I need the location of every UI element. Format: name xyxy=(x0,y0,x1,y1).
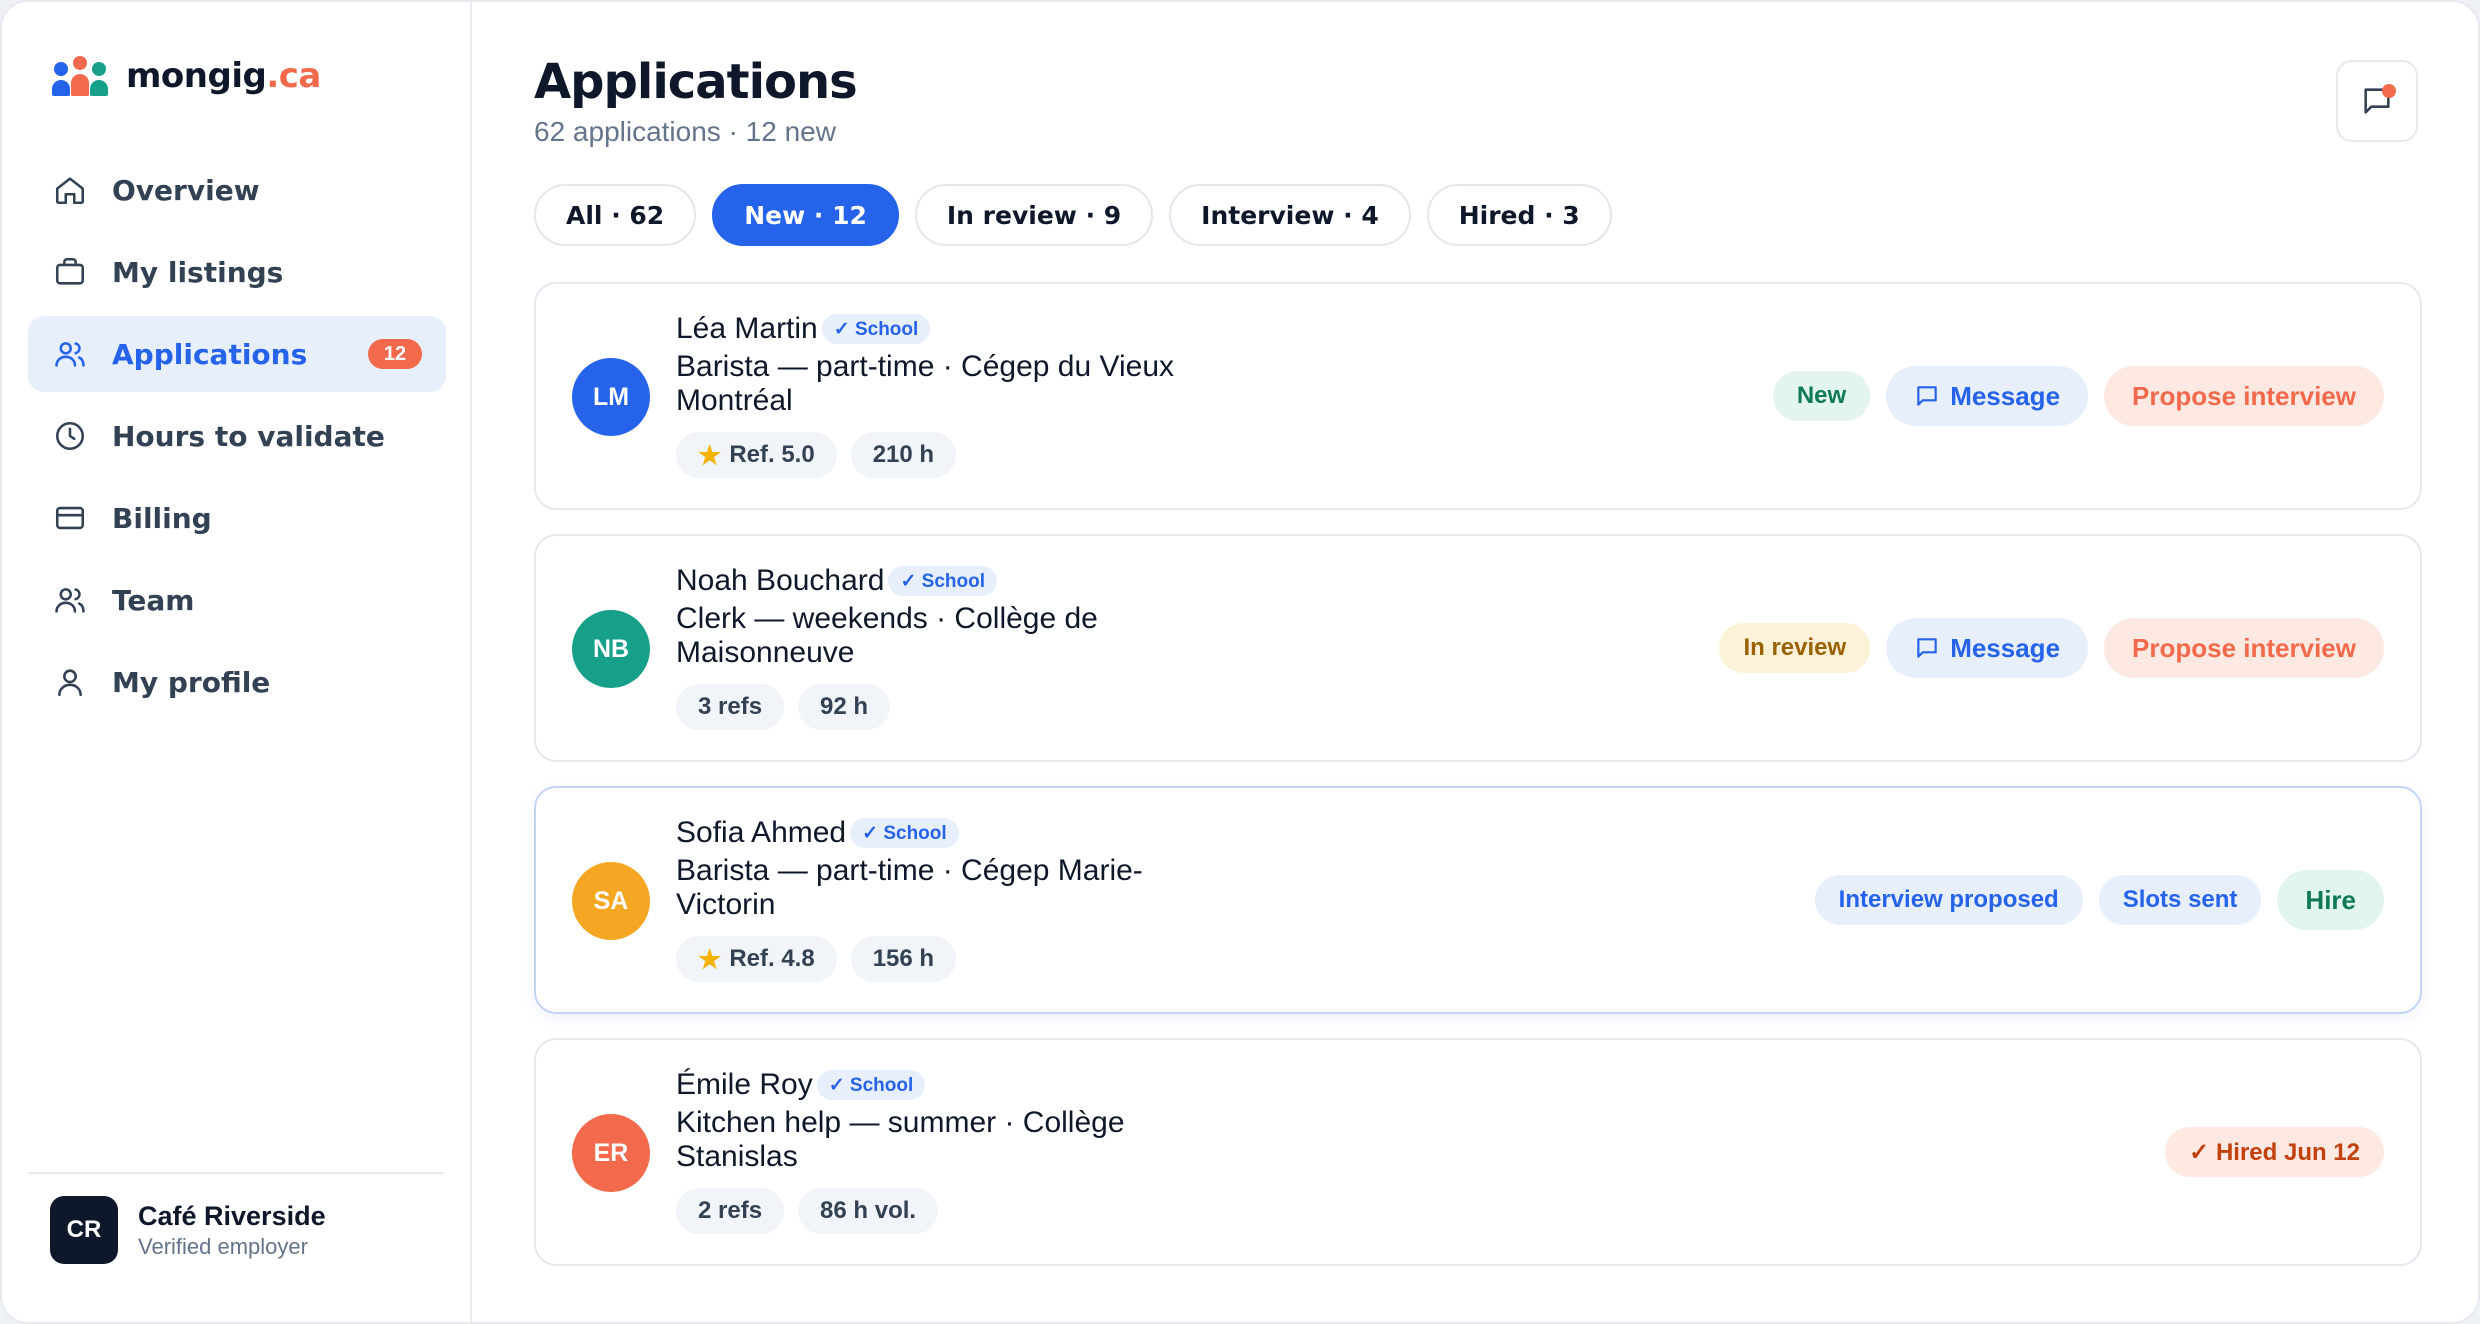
sidebar-item-billing[interactable]: Billing xyxy=(28,480,446,556)
reference-rating: ★ Ref. 5.0 xyxy=(676,432,837,478)
applications-list: LM Léa Martin ✓ School Barista — part-ti… xyxy=(534,282,2422,1290)
applicant-info: Léa Martin ✓ School Barista — part-time … xyxy=(676,312,1196,478)
applicant-info: Noah Bouchard ✓ School Clerk — weekends … xyxy=(676,564,1196,730)
star-icon: ★ xyxy=(698,439,722,470)
sidebar-item-label: Applications xyxy=(112,337,308,371)
sidebar-nav: Overview My listings Applications 12 Hou… xyxy=(28,152,446,726)
notification-dot xyxy=(2382,84,2396,98)
brand-logo[interactable]: mongig.ca xyxy=(52,56,321,96)
logo-people-icon xyxy=(52,56,108,96)
applicant-avatar: SA xyxy=(572,862,650,940)
employer-name: Café Riverside xyxy=(138,1200,326,1231)
hire-button[interactable]: Hire xyxy=(2277,870,2384,930)
applicant-avatar: LM xyxy=(572,358,650,436)
message-button[interactable]: Message xyxy=(1886,618,2089,678)
brand-name: mongig.ca xyxy=(126,56,321,96)
page-title: Applications xyxy=(534,54,858,110)
applicant-name: Noah Bouchard xyxy=(676,564,885,597)
star-icon: ★ xyxy=(698,943,722,974)
reference-rating: ★ Ref. 4.8 xyxy=(676,936,837,982)
school-verified-badge: ✓ School xyxy=(816,1070,926,1100)
employer-avatar: CR xyxy=(50,1196,118,1264)
application-card[interactable]: LM Léa Martin ✓ School Barista — part-ti… xyxy=(534,282,2422,510)
school-verified-badge: ✓ School xyxy=(888,566,998,596)
users-icon xyxy=(52,336,88,372)
page-subtitle: 62 applications · 12 new xyxy=(534,116,836,147)
sidebar-item-label: Billing xyxy=(112,501,212,535)
message-button[interactable]: Message xyxy=(1886,366,2089,426)
sidebar-item-label: Team xyxy=(112,583,195,617)
sidebar-item-overview[interactable]: Overview xyxy=(28,152,446,228)
sidebar-item-label: My listings xyxy=(112,255,284,289)
user-icon xyxy=(52,664,88,700)
sidebar-item-my-profile[interactable]: My profile xyxy=(28,644,446,720)
applicant-avatar: ER xyxy=(572,1114,650,1192)
sidebar: mongig.ca Overview My listings Applicati… xyxy=(2,2,472,1322)
propose-interview-button[interactable]: Propose interview xyxy=(2104,366,2384,426)
filter-new[interactable]: New · 12 xyxy=(712,184,899,246)
sidebar-item-my-listings[interactable]: My listings xyxy=(28,234,446,310)
status-badge: In review xyxy=(1719,623,1871,673)
applications-count-badge: 12 xyxy=(368,339,422,369)
applicant-info: Émile Roy ✓ School Kitchen help — summer… xyxy=(676,1068,1196,1234)
applicant-name: Sofia Ahmed xyxy=(676,816,847,849)
filter-interview[interactable]: Interview · 4 xyxy=(1169,184,1411,246)
filter-tabs: All · 62 New · 12 In review · 9 Intervie… xyxy=(534,184,1612,246)
credit-card-icon xyxy=(52,500,88,536)
message-icon xyxy=(1917,386,1937,406)
message-icon xyxy=(1917,638,1937,658)
sidebar-item-label: My profile xyxy=(112,665,271,699)
propose-interview-button[interactable]: Propose interview xyxy=(2104,618,2384,678)
applicant-role: Barista — part-time · Cégep Marie-Victor… xyxy=(676,854,1143,921)
sidebar-item-applications[interactable]: Applications 12 xyxy=(28,316,446,392)
interview-proposed-badge: Interview proposed xyxy=(1814,875,2083,925)
filter-all[interactable]: All · 62 xyxy=(534,184,697,246)
hours-stat: 92 h xyxy=(798,684,891,730)
hours-stat: 86 h vol. xyxy=(798,1188,939,1234)
home-icon xyxy=(52,172,88,208)
sidebar-item-team[interactable]: Team xyxy=(28,562,446,638)
applicant-role: Kitchen help — summer · Collège Stanisla… xyxy=(676,1106,1125,1173)
applicant-name: Émile Roy xyxy=(676,1068,813,1101)
clock-icon xyxy=(52,418,88,454)
applicant-info: Sofia Ahmed ✓ School Barista — part-time… xyxy=(676,816,1196,982)
sidebar-item-label: Overview xyxy=(112,173,260,207)
school-verified-badge: ✓ School xyxy=(850,818,959,848)
application-card[interactable]: ER Émile Roy ✓ School Kitchen help — sum… xyxy=(534,1038,2422,1266)
hours-stat: 210 h xyxy=(850,432,957,478)
applicant-name: Léa Martin xyxy=(676,312,818,345)
notifications-button[interactable] xyxy=(2336,60,2418,142)
sidebar-item-hours-to-validate[interactable]: Hours to validate xyxy=(28,398,446,474)
employer-card[interactable]: CR Café Riverside Verified employer xyxy=(50,1196,326,1264)
hours-stat: 156 h xyxy=(850,936,957,982)
hired-status-badge: ✓ Hired Jun 12 xyxy=(2165,1127,2384,1177)
applicant-role: Barista — part-time · Cégep du Vieux Mon… xyxy=(676,350,1175,417)
team-icon xyxy=(52,582,88,618)
references-stat: 3 refs xyxy=(676,684,785,730)
filter-hired[interactable]: Hired · 3 xyxy=(1426,184,1612,246)
applicant-avatar: NB xyxy=(572,610,650,688)
school-verified-badge: ✓ School xyxy=(821,314,931,344)
employer-section: CR Café Riverside Verified employer xyxy=(28,1172,444,1264)
applicant-role: Clerk — weekends · Collège de Maisonneuv… xyxy=(676,602,1098,669)
filter-in-review[interactable]: In review · 9 xyxy=(914,184,1154,246)
employer-status: Verified employer xyxy=(138,1233,308,1259)
briefcase-icon xyxy=(52,254,88,290)
app-window: mongig.ca Overview My listings Applicati… xyxy=(0,0,2480,1324)
main-content: Applications 62 applications · 12 new Al… xyxy=(474,2,2478,1322)
sidebar-item-label: Hours to validate xyxy=(112,419,385,453)
application-card[interactable]: NB Noah Bouchard ✓ School Clerk — weeken… xyxy=(534,534,2422,762)
slots-sent-badge: Slots sent xyxy=(2098,875,2262,925)
application-card[interactable]: SA Sofia Ahmed ✓ School Barista — part-t… xyxy=(534,786,2422,1014)
status-badge: New xyxy=(1772,371,1871,421)
references-stat: 2 refs xyxy=(676,1188,785,1234)
